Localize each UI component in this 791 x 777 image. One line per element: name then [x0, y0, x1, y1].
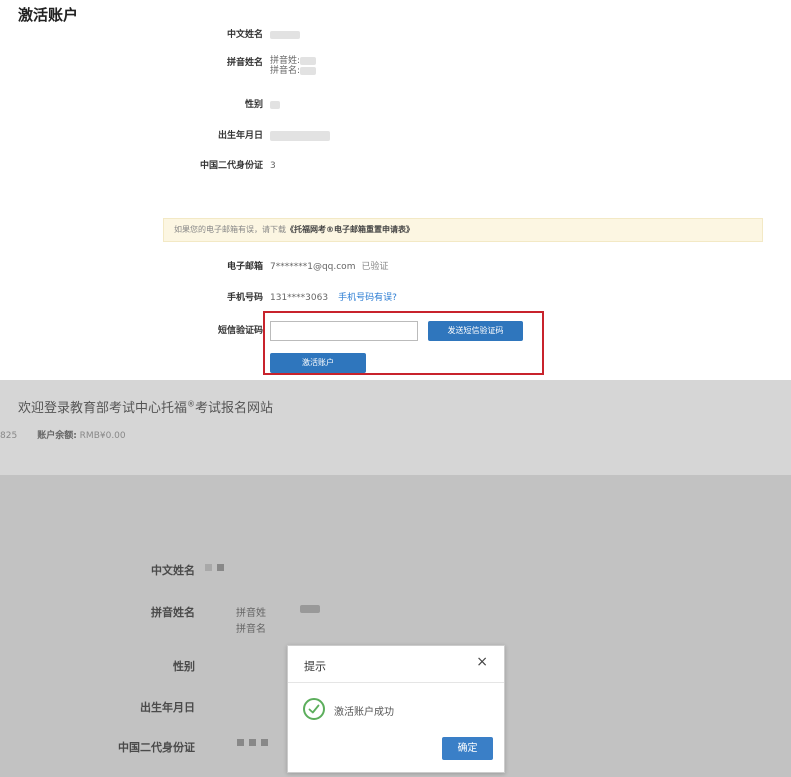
- check-icon: [308, 704, 320, 714]
- redacted-value: [237, 738, 244, 746]
- welcome-text: 欢迎登录教育部考试中心托福: [18, 401, 188, 416]
- chinese-name-value: [270, 25, 300, 45]
- redacted-value: [270, 100, 280, 109]
- welcome-banner: 欢迎登录教育部考试中心托福®考试报名网站: [18, 397, 273, 416]
- account-id-fragment: 825: [0, 431, 18, 441]
- redacted-value: [217, 563, 224, 571]
- dob-label: 出生年月日: [140, 701, 195, 714]
- redacted-value: [300, 605, 320, 613]
- registered-mark: ®: [187, 399, 196, 409]
- email-text: 7*******1@qq.com: [270, 262, 356, 272]
- redacted-value: [300, 56, 317, 65]
- phone-label: 手机号码: [226, 293, 263, 303]
- id-redacted: [232, 737, 268, 748]
- phone-row: 手机号码 131****3063 手机号码有误?: [0, 288, 791, 308]
- email-verified-badge: 已验证: [361, 262, 389, 272]
- id-value-text: 3: [270, 161, 276, 171]
- redacted-value: [205, 563, 212, 571]
- dialog-divider: [288, 682, 504, 683]
- pinyin-name-row: 拼音姓名 拼音姓: 拼音名:: [0, 53, 791, 76]
- highlight-box: [263, 311, 544, 375]
- pinyin-given-label: 拼音名:: [270, 66, 301, 76]
- sms-label: 短信验证码: [217, 326, 263, 336]
- dob-label: 出生年月日: [217, 131, 263, 141]
- id-label: 中国二代身份证: [199, 161, 263, 171]
- gender-label: 性别: [173, 660, 195, 673]
- activation-success-panel: 欢迎登录教育部考试中心托福®考试报名网站 825 账户余额: RMB¥0.00 中…: [0, 380, 791, 777]
- id-row: 中国二代身份证 3: [0, 156, 791, 176]
- confirm-button[interactable]: 确定: [442, 737, 493, 760]
- redacted-value: [261, 738, 268, 746]
- redacted-value: [270, 130, 330, 141]
- pinyin-name-label: 拼音姓名: [151, 606, 195, 619]
- dob-row: 出生年月日: [0, 126, 791, 146]
- email-label: 电子邮箱: [226, 262, 263, 272]
- chinese-name-redacted: [200, 562, 224, 573]
- pinyin-surname-label: 拼音姓: [236, 608, 266, 619]
- welcome-suffix: 考试报名网站: [195, 401, 274, 416]
- page-title: 激活账户: [18, 6, 79, 24]
- dialog-message: 激活账户成功: [334, 707, 394, 718]
- close-icon[interactable]: ×: [476, 654, 488, 670]
- dob-value: [270, 126, 330, 146]
- pinyin-given-label: 拼音名: [236, 624, 266, 635]
- pinyin-name-label: 拼音姓名: [226, 58, 263, 68]
- success-dialog: 提示 × 激活账户成功 确定: [287, 645, 505, 773]
- chinese-name-row: 中文姓名: [0, 25, 791, 45]
- gender-label: 性别: [244, 100, 263, 110]
- phone-error-link[interactable]: 手机号码有误?: [338, 293, 397, 303]
- activate-account-panel: 激活账户 中文姓名 拼音姓名 拼音姓: 拼音名: 性别 出生年月日 中国二代身份…: [0, 0, 791, 380]
- id-label: 中国二代身份证: [118, 741, 195, 754]
- gender-value: [270, 95, 280, 115]
- redacted-value: [249, 738, 256, 746]
- email-notice: 如果您的电子邮箱有误，请下载《托福网考®电子邮箱重置申请表》: [163, 218, 763, 242]
- phone-text: 131****3063: [270, 293, 329, 303]
- check-circle-icon: [303, 698, 325, 720]
- chinese-name-label: 中文姓名: [226, 30, 263, 40]
- dialog-title: 提示: [304, 660, 326, 673]
- account-info: 825 账户余额: RMB¥0.00: [0, 428, 126, 441]
- pinyin-surname-label: 拼音姓:: [270, 56, 301, 66]
- email-reset-form-link[interactable]: 《托福网考®电子邮箱重置申请表》: [286, 225, 414, 234]
- redacted-value: [300, 66, 317, 75]
- pinyin-redacted: [300, 604, 320, 615]
- phone-value: 131****3063 手机号码有误?: [270, 288, 397, 308]
- pinyin-name-value: 拼音姓: 拼音名:: [270, 56, 317, 76]
- id-value: 3: [270, 156, 276, 176]
- chinese-name-label: 中文姓名: [151, 564, 195, 577]
- notice-text: 如果您的电子邮箱有误，请下载: [174, 225, 286, 234]
- balance-value: RMB¥0.00: [79, 431, 126, 441]
- gender-row: 性别: [0, 95, 791, 115]
- balance-label: 账户余额:: [37, 431, 77, 441]
- email-value: 7*******1@qq.com 已验证: [270, 257, 388, 277]
- email-row: 电子邮箱 7*******1@qq.com 已验证: [0, 257, 791, 277]
- redacted-value: [270, 30, 300, 39]
